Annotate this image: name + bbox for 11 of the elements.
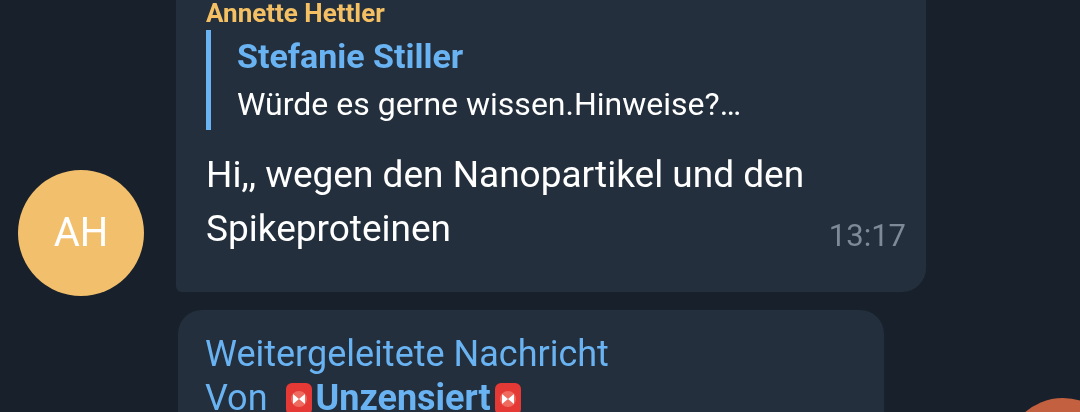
forwarded-channel-link[interactable]: Unzensiert xyxy=(315,376,491,412)
forwarded-from-prefix: Von xyxy=(205,376,268,412)
message-text: Hi,, wegen den Nanopartikel und den Spikeproteinen xyxy=(206,152,806,252)
reply-text: Würde es gerne wissen.Hinweise?… xyxy=(237,84,743,125)
reply-quote[interactable]: Stefanie Stiller Würde es gerne wissen.Hinweise?… xyxy=(206,30,906,130)
siren-icon xyxy=(283,381,314,412)
forwarded-label: Weitergeleitete Nachricht xyxy=(205,332,610,376)
sender-name: Annette Hettler xyxy=(206,0,386,28)
reply-author: Stefanie Stiller xyxy=(237,35,465,78)
siren-icon xyxy=(492,381,523,412)
message-time: 13:17 xyxy=(828,218,906,254)
